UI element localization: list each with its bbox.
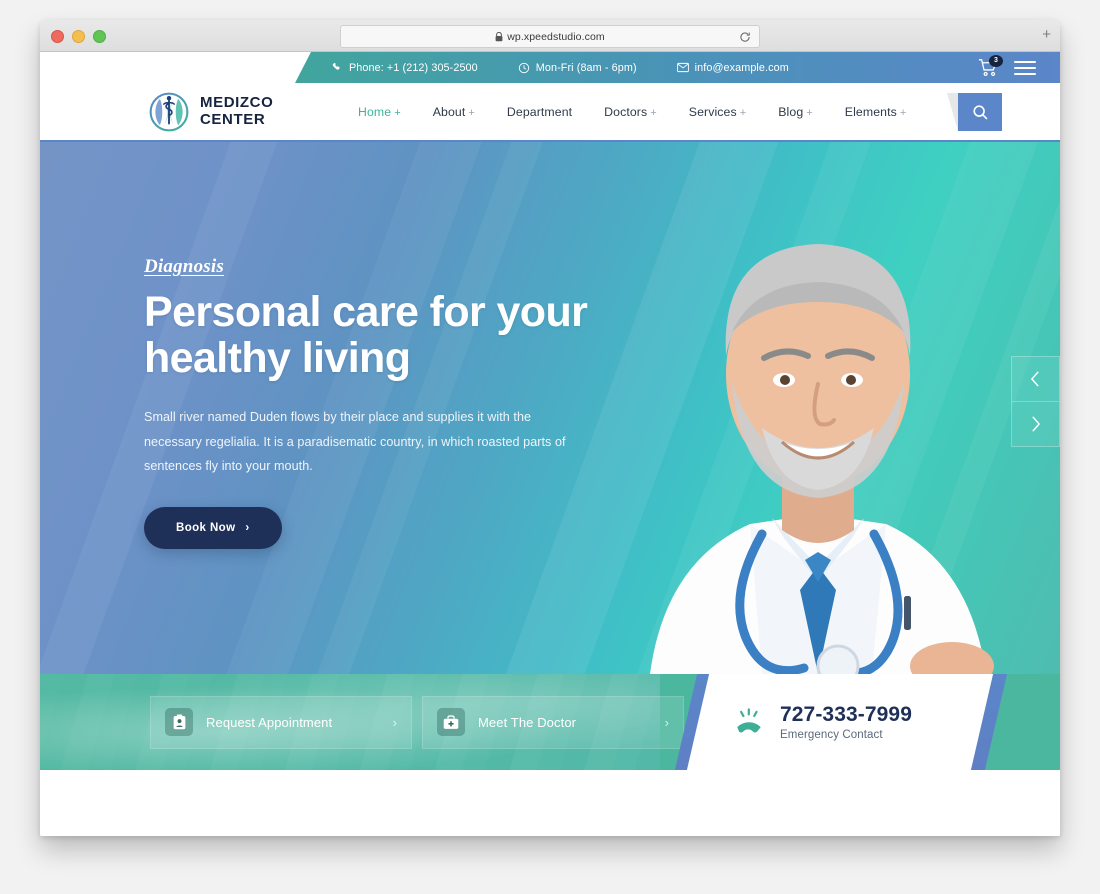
nav-item-home-label: Home <box>358 104 392 119</box>
nav-item-department-label: Department <box>506 104 573 119</box>
maximize-window-button[interactable] <box>93 30 106 43</box>
hero-headline: Personal care for your healthy living <box>144 288 594 382</box>
page-body-empty-area <box>40 770 1060 836</box>
medical-bag-icon <box>437 708 465 736</box>
topbar-phone[interactable]: Phone: +1 (212) 305-2500 <box>331 62 478 74</box>
address-bar[interactable]: wp.xpeedstudio.com <box>340 25 760 48</box>
emergency-contact-content[interactable]: 727-333-7999 Emergency Contact <box>732 674 912 770</box>
search-button[interactable] <box>947 93 1002 131</box>
url-value: wp.xpeedstudio.com <box>507 30 605 43</box>
topbar-actions: 3 <box>978 52 1036 83</box>
site-navbar: MEDIZCO CENTER Home + About + Department D… <box>40 83 1060 142</box>
slider-prev-button[interactable] <box>1011 356 1060 402</box>
site-topbar: Phone: +1 (212) 305-2500 Mon-Fri (8am - … <box>40 52 1060 83</box>
submenu-marker: + <box>394 106 401 119</box>
nav-item-about-label: About <box>432 104 466 119</box>
window-controls[interactable] <box>51 30 106 43</box>
nav-item-about[interactable]: About + <box>417 105 491 119</box>
hero-eyebrow: Diagnosis <box>144 256 224 277</box>
topbar-email[interactable]: info@example.com <box>676 61 789 74</box>
browser-chrome: wp.xpeedstudio.com + <box>40 20 1060 52</box>
topbar-hours: Mon-Fri (8am - 6pm) <box>518 62 637 74</box>
topbar-phone-text: Phone: +1 (212) 305-2500 <box>349 61 478 74</box>
cart-button[interactable]: 3 <box>978 54 1003 78</box>
hero-paragraph: Small river named Duden flows by their p… <box>144 410 566 474</box>
chevron-right-icon: › <box>245 521 250 534</box>
chevron-right-icon: › <box>392 714 397 730</box>
clock-icon <box>518 62 530 74</box>
nav-item-blog-label: Blog <box>778 104 804 119</box>
logo-line-2: CENTER <box>200 110 266 128</box>
cart-badge: 3 <box>989 54 1003 67</box>
ringing-phone-icon <box>737 708 761 733</box>
nav-item-services-label: Services <box>688 104 737 119</box>
submenu-marker: + <box>899 106 907 119</box>
logo-text: MEDIZCO CENTER <box>200 94 274 128</box>
request-appointment-label: Request Appointment <box>206 714 333 730</box>
phone-icon <box>331 62 343 74</box>
page-viewport: Phone: +1 (212) 305-2500 Mon-Fri (8am - … <box>40 52 1060 836</box>
nav-item-home[interactable]: Home + <box>342 105 417 119</box>
emergency-contact-caption: Emergency Contact <box>780 729 883 742</box>
search-icon <box>972 104 988 120</box>
logo-line-1: MEDIZCO <box>200 94 274 112</box>
emergency-contact-panel: 727-333-7999 Emergency Contact <box>660 674 1060 770</box>
close-window-button[interactable] <box>51 30 64 43</box>
new-tab-button[interactable]: + <box>1042 27 1051 42</box>
envelope-icon <box>676 62 689 74</box>
chevron-right-icon <box>1032 416 1041 432</box>
lock-icon <box>495 31 503 41</box>
topbar-email-text: info@example.com <box>694 61 789 74</box>
cta-cards: Request Appointment › Meet The Doctor › <box>40 674 684 770</box>
submenu-marker: + <box>468 106 475 119</box>
topbar-hours-text: Mon-Fri (8am - 6pm) <box>535 61 637 74</box>
nav-item-blog[interactable]: Blog + <box>762 105 829 119</box>
book-now-label: Book Now <box>176 521 236 534</box>
slider-next-button[interactable] <box>1011 402 1060 447</box>
hamburger-icon[interactable] <box>1014 60 1036 75</box>
hero-headline-line-1: Personal care for your <box>144 288 588 336</box>
topbar-contacts: Phone: +1 (212) 305-2500 Mon-Fri (8am - … <box>40 52 1060 83</box>
meet-the-doctor-card[interactable]: Meet The Doctor › <box>422 695 684 749</box>
nav-item-elements-label: Elements <box>844 104 897 119</box>
site-logo[interactable]: MEDIZCO CENTER <box>148 91 328 133</box>
medical-caduceus-icon <box>149 92 189 131</box>
url-text-group: wp.xpeedstudio.com <box>495 31 605 43</box>
nav-item-doctors[interactable]: Doctors + <box>588 105 673 119</box>
submenu-marker: + <box>650 106 657 119</box>
hero-slider: Diagnosis Personal care for your healthy… <box>40 142 1060 674</box>
nav-item-doctors-label: Doctors <box>604 104 648 119</box>
emergency-phone-number[interactable]: 727-333-7999 <box>780 703 912 727</box>
submenu-marker: + <box>806 106 813 119</box>
emergency-contact-text: 727-333-7999 Emergency Contact <box>780 703 912 741</box>
clipboard-icon <box>165 708 193 736</box>
nav-item-services[interactable]: Services + <box>673 105 762 119</box>
browser-window: wp.xpeedstudio.com + Phone: +1 (212) 305… <box>40 20 1060 836</box>
hero-content: Diagnosis Personal care for your healthy… <box>144 256 594 549</box>
nav-item-elements[interactable]: Elements + <box>829 105 923 119</box>
meet-the-doctor-label: Meet The Doctor <box>478 714 577 730</box>
book-now-button[interactable]: Book Now › <box>144 506 282 549</box>
minimize-window-button[interactable] <box>72 30 85 43</box>
main-navigation: Home + About + Department Doctors + Service… <box>342 105 922 119</box>
chevron-left-icon <box>1030 371 1039 387</box>
submenu-marker: + <box>739 106 747 119</box>
request-appointment-card[interactable]: Request Appointment › <box>150 695 412 749</box>
nav-item-department[interactable]: Department <box>491 105 588 119</box>
cta-band: Request Appointment › Meet The Doctor › <box>40 674 1060 770</box>
reload-icon[interactable] <box>739 31 751 43</box>
slider-navigation <box>1011 356 1060 447</box>
hero-headline-line-2: healthy living <box>144 333 411 382</box>
